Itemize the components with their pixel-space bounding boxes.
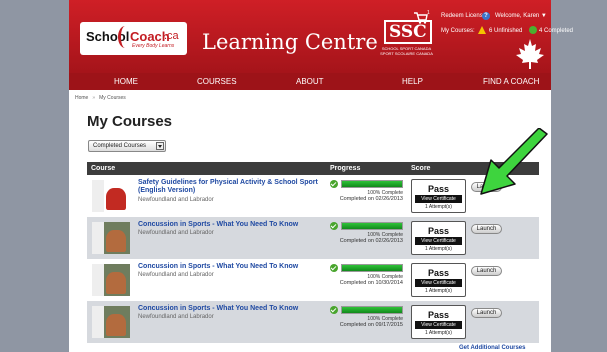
attempt-count: 1 Attempt(s): [425, 288, 452, 294]
course-thumbnail: [92, 222, 130, 254]
nav-about[interactable]: ABOUT: [296, 77, 324, 86]
site-title: Learning Centre: [202, 30, 378, 54]
score-result: Pass: [427, 268, 450, 278]
thumbnail-text-panel: [92, 264, 104, 296]
launch-button[interactable]: Launch: [471, 266, 502, 276]
score-box: Pass View Certificate 1 Attempt(s): [411, 221, 466, 255]
chevron-down-icon[interactable]: [156, 142, 164, 150]
unfinished-count-link[interactable]: 6 Unfinished: [489, 28, 522, 34]
course-thumbnail: [92, 306, 130, 338]
cart-count: 1: [427, 10, 430, 16]
table-row: Concussion in Sports - What You Need To …: [87, 301, 539, 343]
check-icon: [529, 26, 537, 34]
course-title-link[interactable]: Concussion in Sports - What You Need To …: [138, 221, 338, 229]
course-organization: Newfoundland and Labrador: [138, 230, 214, 236]
logo-tagline: Every Body Learns: [132, 43, 175, 49]
thumbnail-figure: [106, 314, 126, 336]
progress-fill: [342, 181, 402, 187]
score-box: Pass View Certificate 1 Attempt(s): [411, 305, 466, 339]
nav-courses[interactable]: COURSES: [197, 77, 237, 86]
progress-bar: [341, 306, 403, 314]
table-row: Concussion in Sports - What You Need To …: [87, 259, 539, 301]
welcome-user-menu[interactable]: Welcome, Karen ▼: [495, 13, 547, 19]
thumbnail-figure: [106, 272, 126, 294]
progress-fill: [342, 307, 402, 313]
schoolcoach-logo[interactable]: School Coach .ca Every Body Learns: [80, 22, 187, 55]
nav-help[interactable]: HELP: [402, 77, 423, 86]
attempt-count: 1 Attempt(s): [425, 330, 452, 336]
score-result: Pass: [427, 310, 450, 320]
course-filter-value: Completed Courses: [93, 143, 147, 149]
progress-bar: [341, 264, 403, 272]
page-title: My Courses: [87, 113, 173, 130]
completion-date: Completed on 10/30/2014: [339, 280, 403, 286]
score-result: Pass: [427, 226, 450, 236]
check-icon: [330, 306, 338, 314]
course-organization: Newfoundland and Labrador: [138, 197, 214, 203]
course-organization: Newfoundland and Labrador: [138, 272, 214, 278]
maple-leaf-icon: [516, 39, 544, 69]
get-additional-courses-link[interactable]: Get Additional Courses: [459, 345, 525, 351]
course-title-link[interactable]: Safety Guidelines for Physical Activity …: [138, 179, 338, 195]
check-icon: [330, 222, 338, 230]
table-row: Concussion in Sports - What You Need To …: [87, 217, 539, 259]
completion-date: Completed on 02/26/2013: [339, 196, 403, 202]
course-thumbnail: [92, 180, 130, 212]
thumbnail-text-panel: [92, 222, 104, 254]
attempt-count: 1 Attempt(s): [425, 204, 452, 210]
ssc-logo: SSC SCHOOL SPORT CANADA SPORT SCOLAIRE C…: [379, 20, 434, 58]
score-result: Pass: [427, 184, 450, 194]
progress-bar: [341, 180, 403, 188]
breadcrumb-current: My Courses: [99, 95, 126, 101]
help-icon[interactable]: ?: [482, 12, 490, 20]
completion-date: Completed on 09/17/2015: [339, 322, 403, 328]
nav-find-a-coach[interactable]: FIND A COACH: [483, 77, 539, 86]
course-filter-select[interactable]: Completed Courses: [88, 140, 166, 152]
page: School Coach .ca Every Body Learns Learn…: [69, 0, 573, 352]
progress-bar: [341, 222, 403, 230]
course-title-link[interactable]: Concussion in Sports - What You Need To …: [138, 305, 338, 313]
thumbnail-text-panel: [92, 180, 104, 212]
course-organization: Newfoundland and Labrador: [138, 314, 214, 320]
attempt-count: 1 Attempt(s): [425, 246, 452, 252]
breadcrumb-separator: »: [92, 95, 96, 101]
breadcrumb: Home » My Courses: [75, 95, 126, 101]
thumbnail-figure: [106, 230, 126, 252]
view-certificate-button[interactable]: View Certificate: [415, 321, 462, 329]
course-thumbnail: [92, 264, 130, 296]
cart-icon[interactable]: [414, 12, 428, 24]
column-header-course: Course: [91, 165, 116, 172]
view-certificate-button[interactable]: View Certificate: [415, 195, 462, 203]
ssc-logo-line2: SPORT SCOLAIRE CANADA: [380, 51, 433, 56]
logo-ca-text: .ca: [164, 30, 179, 42]
main-nav: HOME COURSES ABOUT HELP FIND A COACH: [69, 73, 551, 90]
check-icon: [330, 264, 338, 272]
score-box: Pass View Certificate 1 Attempt(s): [411, 263, 466, 297]
column-header-progress: Progress: [330, 165, 361, 172]
breadcrumb-home[interactable]: Home: [75, 95, 88, 101]
completion-date: Completed on 02/26/2013: [339, 238, 403, 244]
launch-button[interactable]: Launch: [471, 308, 502, 318]
warning-icon: [478, 26, 486, 34]
view-certificate-button[interactable]: View Certificate: [415, 279, 462, 287]
check-icon: [330, 180, 338, 188]
launch-button[interactable]: Launch: [471, 224, 502, 234]
thumbnail-figure: [106, 188, 126, 210]
course-title-link[interactable]: Concussion in Sports - What You Need To …: [138, 263, 338, 271]
progress-fill: [342, 223, 402, 229]
nav-home[interactable]: HOME: [114, 77, 138, 86]
redeem-license-link[interactable]: Redeem License: [441, 13, 486, 19]
progress-fill: [342, 265, 402, 271]
view-certificate-button[interactable]: View Certificate: [415, 237, 462, 245]
site-header: School Coach .ca Every Body Learns Learn…: [69, 0, 573, 73]
score-box: Pass View Certificate 1 Attempt(s): [411, 179, 466, 213]
column-header-score: Score: [411, 165, 431, 172]
completed-count-link[interactable]: 4 Completed: [539, 28, 573, 34]
my-courses-summary-label: My Courses:: [441, 28, 475, 34]
thumbnail-text-panel: [92, 306, 104, 338]
annotation-arrow-icon: [480, 128, 548, 195]
